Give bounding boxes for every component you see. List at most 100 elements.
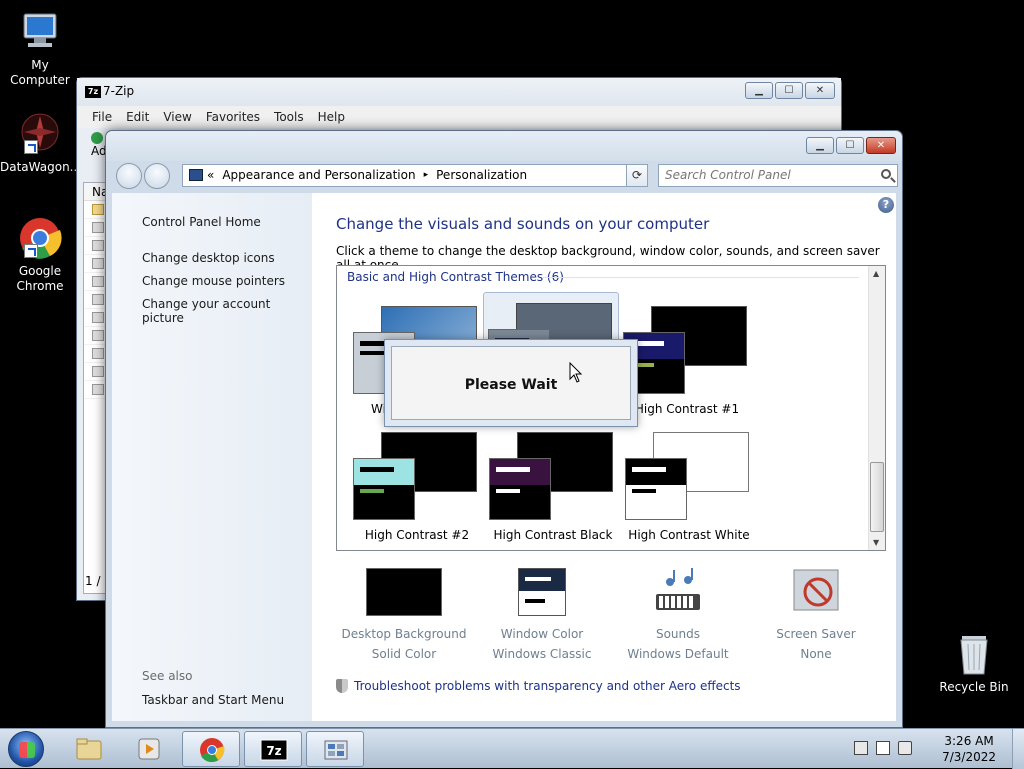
volume-icon[interactable] [898, 741, 912, 755]
menu-edit[interactable]: Edit [119, 110, 156, 124]
group-divider [543, 277, 859, 278]
desktop-icon-recycle-bin[interactable]: Recycle Bin [934, 632, 1014, 695]
file-icon [92, 330, 104, 341]
folder-icon [92, 204, 104, 215]
mouse-cursor-icon [569, 362, 583, 383]
search-input[interactable]: Search Control Panel [658, 164, 898, 187]
menu-file[interactable]: File [85, 110, 119, 124]
link-change-mouse-pointers[interactable]: Change mouse pointers [142, 274, 285, 288]
clock-date: 7/3/2022 [942, 750, 996, 764]
sounds-setting[interactable]: Sounds Windows Default [610, 568, 746, 661]
menu-tools[interactable]: Tools [267, 110, 311, 124]
desktop-icon-label: Google Chrome [16, 264, 64, 293]
desktop: My Computer DataWagon... Google Chrome R… [0, 0, 1024, 728]
breadcrumb-overflow[interactable]: « [207, 165, 214, 186]
close-button[interactable]: ✕ [866, 137, 896, 154]
media-player-icon [138, 738, 160, 760]
control-panel-window[interactable]: ▁ ☐ ✕ « Appearance and Personalization ▸… [105, 130, 903, 728]
setting-value: Windows Default [627, 647, 729, 661]
address-bar[interactable]: « Appearance and Personalization ▸ Perso… [182, 164, 646, 187]
minimize-button[interactable]: ▁ [806, 137, 834, 154]
window-color-setting[interactable]: Window Color Windows Classic [474, 568, 610, 661]
page-title: Change the visuals and sounds on your co… [336, 215, 710, 233]
menu-favorites[interactable]: Favorites [199, 110, 267, 124]
back-button[interactable] [116, 163, 142, 189]
troubleshoot-link[interactable]: Troubleshoot problems with transparency … [336, 679, 741, 693]
scroll-down-icon[interactable]: ▼ [873, 538, 879, 547]
forward-button[interactable] [144, 163, 170, 189]
link-change-account-picture[interactable]: Change your account picture [142, 297, 312, 325]
file-icon [92, 348, 104, 359]
window-title: 7-Zip [103, 84, 135, 98]
scroll-up-icon[interactable]: ▲ [873, 269, 879, 278]
7zip-titlebar[interactable]: 7z 7-Zip ▁ ☐ ✕ [77, 78, 841, 106]
desktop-background-setting[interactable]: Desktop Background Solid Color [336, 568, 472, 661]
preview-bar [496, 489, 520, 493]
menu-view[interactable]: View [156, 110, 198, 124]
7zip-app-icon: 7z [85, 86, 101, 98]
refresh-button[interactable]: ⟳ [626, 164, 648, 187]
desktop-icon-chrome[interactable]: Google Chrome [0, 216, 80, 294]
add-toolbar-button[interactable]: Ad [87, 132, 107, 158]
help-icon[interactable]: ? [878, 197, 894, 213]
desktop-icon-label: Recycle Bin [939, 680, 1009, 694]
chrome-icon [200, 738, 225, 762]
breadcrumb-separator-icon[interactable]: ▸ [424, 165, 429, 186]
show-desktop-button[interactable] [1012, 729, 1024, 769]
preview-bar [360, 489, 384, 493]
computer-icon [16, 10, 64, 54]
search-icon[interactable] [881, 169, 891, 179]
maximize-button[interactable]: ☐ [775, 82, 803, 99]
network-icon[interactable] [854, 741, 868, 755]
desktop-icon-datawagon[interactable]: DataWagon... [0, 112, 81, 175]
theme-label: High Contrast Black [493, 528, 613, 542]
breadcrumb-personalization[interactable]: Personalization [436, 165, 527, 186]
taskbar: 7z 3:26 AM 7/3/2022 [0, 728, 1024, 769]
start-button[interactable] [8, 731, 44, 767]
minimize-button[interactable]: ▁ [745, 82, 773, 99]
search-placeholder: Search Control Panel [665, 168, 791, 182]
theme-window-preview [353, 458, 415, 520]
taskbar-explorer[interactable] [60, 731, 118, 767]
theme-high-contrast-black[interactable]: High Contrast Black [485, 422, 621, 542]
theme-high-contrast-white[interactable]: High Contrast White [621, 422, 757, 542]
theme-high-contrast-1[interactable]: High Contrast #1 [619, 296, 755, 416]
taskbar-control-panel[interactable] [306, 731, 364, 767]
breadcrumb-appearance[interactable]: Appearance and Personalization [222, 165, 415, 186]
menu-help[interactable]: Help [311, 110, 352, 124]
control-panel-body: Control Panel Home Change desktop icons … [112, 193, 896, 721]
setting-title: Screen Saver [776, 627, 856, 641]
file-icon [92, 276, 104, 287]
scrollbar-thumb[interactable] [870, 462, 884, 532]
please-wait-panel: Please Wait [391, 346, 631, 420]
windows-logo-icon [19, 742, 35, 758]
see-also-label: See also [142, 669, 193, 683]
file-icon [92, 366, 104, 377]
preview-bar [632, 489, 656, 493]
preview-titlebar [490, 459, 550, 485]
theme-list-scrollbar[interactable]: ▲ ▼ [868, 266, 885, 550]
clock[interactable]: 3:26 AM 7/3/2022 [942, 733, 996, 765]
link-control-panel-home[interactable]: Control Panel Home [142, 215, 261, 229]
link-taskbar-start-menu[interactable]: Taskbar and Start Menu [142, 693, 284, 707]
close-button[interactable]: ✕ [805, 82, 835, 99]
action-center-flag-icon[interactable] [876, 741, 890, 755]
desktop-background-icon [366, 568, 442, 618]
control-panel-titlebar[interactable]: ▁ ☐ ✕ [106, 131, 902, 161]
preview-bar [360, 351, 384, 355]
theme-window-preview [625, 458, 687, 520]
control-panel-icon [324, 740, 348, 760]
maximize-button[interactable]: ☐ [836, 137, 864, 154]
control-panel-icon [189, 169, 203, 181]
navigation-bar: « Appearance and Personalization ▸ Perso… [112, 161, 898, 191]
main-content: ? Change the visuals and sounds on your … [312, 193, 896, 721]
theme-high-contrast-2[interactable]: High Contrast #2 [349, 422, 485, 542]
taskbar-chrome[interactable] [182, 731, 240, 767]
taskbar-media-player[interactable] [120, 731, 178, 767]
desktop-icon-my-computer[interactable]: My Computer [0, 10, 80, 88]
screen-saver-setting[interactable]: Screen Saver None [748, 568, 884, 661]
left-navigation-pane: Control Panel Home Change desktop icons … [112, 193, 312, 721]
taskbar-7zip[interactable]: 7z [244, 731, 302, 767]
theme-group-header: Basic and High Contrast Themes (6) [347, 270, 564, 284]
link-change-desktop-icons[interactable]: Change desktop icons [142, 251, 275, 265]
